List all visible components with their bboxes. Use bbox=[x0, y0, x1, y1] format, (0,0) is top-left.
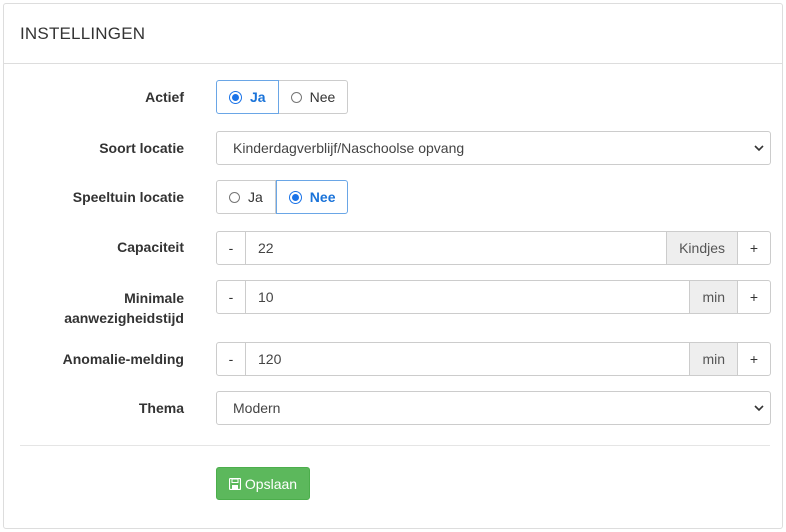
radio-unchecked-icon bbox=[290, 91, 302, 103]
chevron-down-icon bbox=[754, 145, 764, 152]
speeltuin-locatie-label: Speeltuin locatie bbox=[72, 189, 184, 205]
chevron-down-icon bbox=[754, 405, 764, 412]
panel-header: INSTELLINGEN bbox=[4, 4, 782, 64]
anomalie-increment-button[interactable]: + bbox=[737, 342, 771, 376]
capaciteit-unit: Kindjes bbox=[666, 231, 737, 265]
minimale-increment-button[interactable]: + bbox=[737, 280, 771, 314]
actief-radio-group: Ja Nee bbox=[216, 80, 349, 114]
select-value: Modern bbox=[233, 400, 281, 416]
speeltuin-option-nee[interactable]: Nee bbox=[275, 180, 349, 214]
save-button[interactable]: Opslaan bbox=[216, 467, 310, 500]
minimale-aanwezigheidstijd-label: Minimale aanwezigheidstijd bbox=[64, 288, 184, 328]
anomalie-unit: min bbox=[689, 342, 737, 376]
speeltuin-option-ja[interactable]: Ja bbox=[216, 180, 276, 214]
capaciteit-input[interactable]: 22 bbox=[246, 231, 667, 265]
radio-checked-icon bbox=[229, 90, 242, 104]
capaciteit-stepper: - 22 Kindjes + bbox=[216, 231, 771, 265]
capaciteit-increment-button[interactable]: + bbox=[737, 231, 771, 265]
radio-unchecked-icon bbox=[229, 191, 240, 203]
soort-locatie-label: Soort locatie bbox=[99, 140, 184, 156]
form-divider bbox=[20, 445, 770, 446]
minimale-decrement-button[interactable]: - bbox=[216, 280, 246, 314]
actief-option-ja[interactable]: Ja bbox=[216, 80, 279, 114]
settings-panel: INSTELLINGEN Actief Ja Nee Soort locatie… bbox=[3, 3, 783, 529]
minimale-input[interactable]: 10 bbox=[246, 280, 690, 314]
thema-select[interactable]: Modern bbox=[216, 391, 771, 425]
speeltuin-radio-group: Ja Nee bbox=[216, 180, 349, 214]
anomalie-input[interactable]: 120 bbox=[246, 342, 690, 376]
minimale-stepper: - 10 min + bbox=[216, 280, 771, 314]
label-line-2: aanwezigheidstijd bbox=[64, 310, 184, 326]
soort-locatie-select[interactable]: Kinderdagverblijf/Naschoolse opvang bbox=[216, 131, 771, 165]
option-label: Ja bbox=[248, 189, 263, 205]
thema-label: Thema bbox=[138, 400, 184, 416]
anomalie-stepper: - 120 min + bbox=[216, 342, 771, 376]
label-line-1: Minimale bbox=[124, 290, 184, 306]
capaciteit-label: Capaciteit bbox=[117, 239, 184, 255]
option-label: Nee bbox=[309, 189, 336, 205]
select-value: Kinderdagverblijf/Naschoolse opvang bbox=[233, 140, 465, 156]
option-label: Nee bbox=[309, 89, 336, 105]
panel-title: INSTELLINGEN bbox=[20, 23, 146, 43]
actief-option-nee[interactable]: Nee bbox=[278, 80, 349, 114]
save-button-label: Opslaan bbox=[244, 475, 298, 492]
option-label: Ja bbox=[250, 89, 266, 105]
actief-label: Actief bbox=[145, 89, 184, 105]
anomalie-melding-label: Anomalie-melding bbox=[62, 351, 184, 367]
minimale-unit: min bbox=[689, 280, 737, 314]
capaciteit-decrement-button[interactable]: - bbox=[216, 231, 246, 265]
anomalie-decrement-button[interactable]: - bbox=[216, 342, 246, 376]
floppy-disk-icon bbox=[228, 477, 241, 490]
radio-checked-icon bbox=[288, 190, 302, 204]
